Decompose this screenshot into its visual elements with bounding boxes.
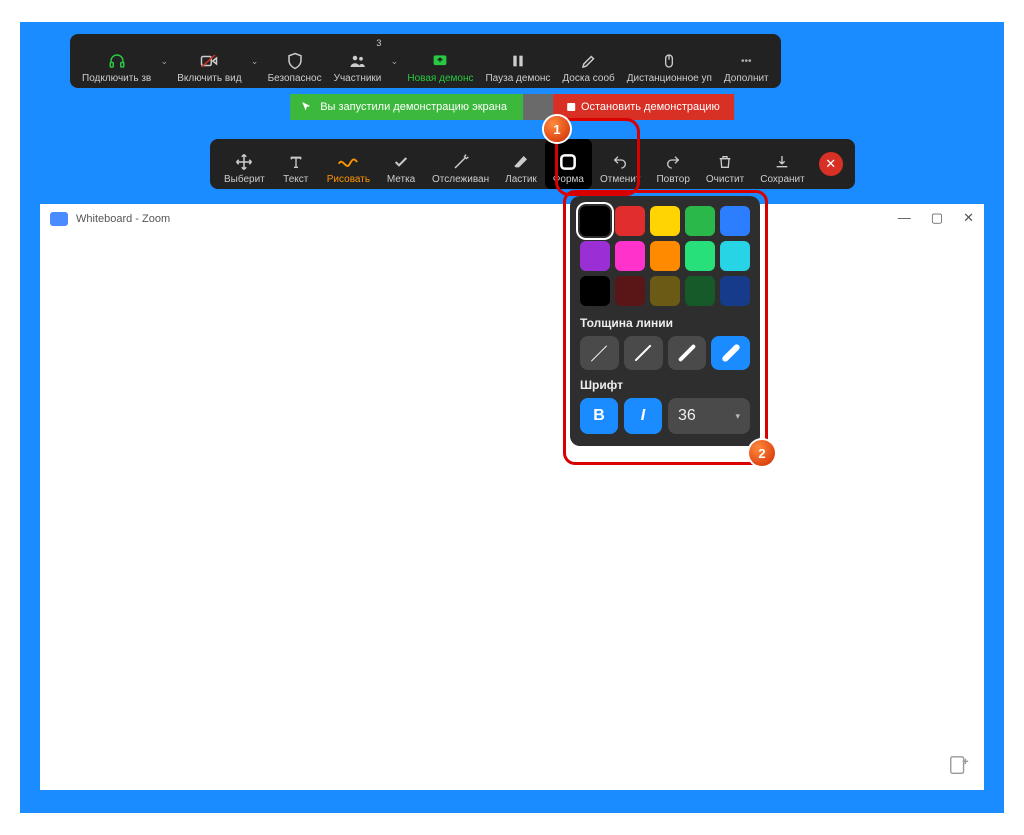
font-size-value: 36	[678, 407, 696, 425]
window-titlebar[interactable]: Whiteboard - Zoom — ▢ ✕	[40, 204, 984, 234]
participants-icon	[347, 51, 369, 71]
color-swatch[interactable]	[650, 241, 680, 271]
chevron-down-icon: ▾	[735, 411, 740, 422]
undo-icon	[611, 151, 629, 173]
participants-caret[interactable]: ⌄	[387, 34, 401, 88]
pause-share-button[interactable]: Пауза демонс	[479, 34, 556, 88]
share-running-label: Вы запустили демонстрацию экрана	[290, 94, 523, 120]
meeting-controls: Подключить зв ⌄ Включить вид ⌄ Безопасно…	[70, 34, 781, 88]
thickness-option[interactable]	[668, 336, 707, 370]
audio-caret[interactable]: ⌄	[157, 34, 171, 88]
color-swatch[interactable]	[650, 276, 680, 306]
move-icon	[235, 151, 253, 173]
clear-button[interactable]: Очистит	[698, 139, 752, 189]
shield-icon	[286, 51, 304, 71]
minimize-button[interactable]: —	[898, 210, 911, 226]
callout-badge-2: 2	[749, 440, 775, 466]
video-off-icon	[198, 51, 220, 71]
select-tool[interactable]: Выберит	[216, 139, 273, 189]
format-panel: Толщина линии Шрифт В I 36 ▾	[570, 196, 760, 446]
save-button[interactable]: Сохранит	[752, 139, 812, 189]
participants-button[interactable]: 3 Участники	[328, 34, 388, 88]
color-swatch[interactable]	[720, 241, 750, 271]
new-share-button[interactable]: Новая демонс	[401, 34, 479, 88]
redo-button[interactable]: Повтор	[648, 139, 697, 189]
color-swatch[interactable]	[615, 241, 645, 271]
share-status-bar: Вы запустили демонстрацию экрана Останов…	[290, 94, 734, 120]
check-icon	[392, 151, 410, 173]
zoom-logo-icon	[50, 212, 68, 226]
redo-icon	[664, 151, 682, 173]
trash-icon	[717, 151, 733, 173]
security-button[interactable]: Безопаснос	[262, 34, 328, 88]
color-swatch[interactable]	[580, 206, 610, 236]
color-swatch[interactable]	[650, 206, 680, 236]
whiteboard-button[interactable]: Доска сооб	[556, 34, 620, 88]
close-toolbar-button[interactable]: ✕	[819, 152, 843, 176]
undo-button[interactable]: Отменит	[592, 139, 648, 189]
thickness-option[interactable]	[711, 336, 750, 370]
color-swatch[interactable]	[615, 206, 645, 236]
thickness-options	[580, 336, 750, 370]
audio-button[interactable]: Подключить зв	[76, 34, 157, 88]
font-label: Шрифт	[580, 378, 750, 392]
color-swatch[interactable]	[580, 276, 610, 306]
color-swatch[interactable]	[685, 241, 715, 271]
color-swatch[interactable]	[615, 276, 645, 306]
video-caret[interactable]: ⌄	[248, 34, 262, 88]
text-tool[interactable]: Текст	[273, 139, 319, 189]
more-icon: •••	[731, 51, 762, 71]
text-icon	[288, 151, 304, 173]
eraser-icon	[512, 151, 530, 173]
color-swatch[interactable]	[685, 206, 715, 236]
pause-icon	[510, 51, 526, 71]
cursor-icon	[300, 101, 312, 113]
draw-tool[interactable]: Рисовать	[319, 139, 378, 189]
format-icon	[558, 151, 578, 173]
color-swatch[interactable]	[720, 206, 750, 236]
annotate-icon	[579, 51, 599, 71]
draw-icon	[337, 151, 359, 173]
stamp-tool[interactable]: Метка	[378, 139, 424, 189]
remote-control-button[interactable]: Дистанционное уп	[621, 34, 718, 88]
window-title: Whiteboard - Zoom	[76, 213, 170, 225]
thickness-option[interactable]	[624, 336, 663, 370]
video-button[interactable]: Включить вид	[171, 34, 247, 88]
color-swatch[interactable]	[685, 276, 715, 306]
bold-button[interactable]: В	[580, 398, 618, 434]
annotation-toolbar: Выберит Текст Рисовать Метка Отслеживан …	[210, 139, 855, 189]
color-swatches	[580, 206, 750, 306]
participant-count: 3	[376, 38, 381, 48]
headphones-icon	[107, 51, 127, 71]
close-button[interactable]: ✕	[963, 210, 974, 226]
mouse-icon	[661, 51, 677, 71]
thickness-label: Толщина линии	[580, 316, 750, 330]
callout-badge-1: 1	[544, 116, 570, 142]
color-swatch[interactable]	[580, 241, 610, 271]
color-swatch[interactable]	[720, 276, 750, 306]
format-tool[interactable]: Форма	[545, 139, 592, 189]
wand-icon	[452, 151, 470, 173]
font-size-select[interactable]: 36 ▾	[668, 398, 750, 434]
eraser-tool[interactable]: Ластик	[497, 139, 545, 189]
share-id-chip[interactable]	[523, 94, 553, 120]
stop-share-button[interactable]: Остановить демонстрацию	[553, 94, 734, 120]
stop-icon	[567, 103, 575, 111]
save-icon	[773, 151, 791, 173]
add-page-button[interactable]	[948, 754, 970, 776]
thickness-option[interactable]	[580, 336, 619, 370]
italic-button[interactable]: I	[624, 398, 662, 434]
share-screen-icon	[429, 51, 451, 71]
more-button[interactable]: ••• Дополнит	[718, 34, 775, 88]
whiteboard-window: Whiteboard - Zoom — ▢ ✕	[40, 204, 984, 790]
maximize-button[interactable]: ▢	[931, 210, 943, 226]
spotlight-tool[interactable]: Отслеживан	[424, 139, 497, 189]
